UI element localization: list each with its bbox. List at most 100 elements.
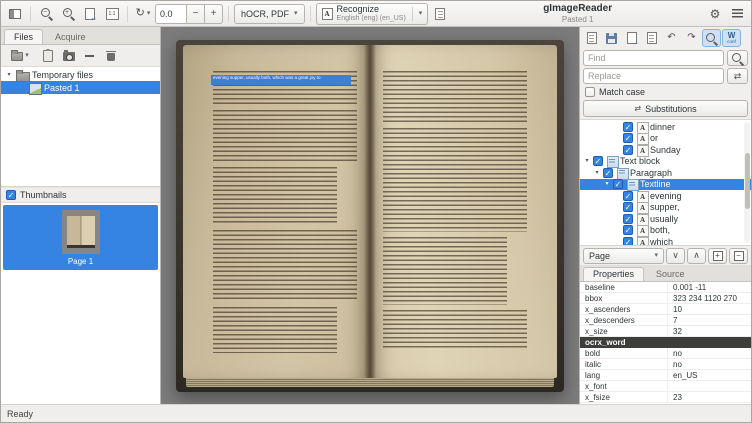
- expander-icon[interactable]: [593, 170, 601, 176]
- property-value[interactable]: 32: [668, 326, 751, 336]
- match-case-row: Match case: [580, 85, 751, 99]
- export-pdf-button[interactable]: [642, 29, 661, 47]
- delete-image-button[interactable]: [101, 47, 120, 65]
- hocr-tree-row[interactable]: usually: [580, 213, 751, 225]
- property-row[interactable]: x_descenders 7: [580, 315, 751, 326]
- item-checkbox[interactable]: [623, 202, 633, 212]
- rotate-button[interactable]: ↻ ▾: [133, 4, 153, 24]
- hocr-tree-row[interactable]: evening: [580, 190, 751, 202]
- settings-button[interactable]: ⚙: [705, 4, 725, 24]
- undo-button[interactable]: ↶: [662, 29, 681, 47]
- tree-scrollbar[interactable]: [744, 122, 750, 243]
- property-value[interactable]: [668, 381, 751, 391]
- screenshot-button[interactable]: [59, 47, 78, 65]
- ocr-mode-combo[interactable]: hOCR, PDF ▾: [234, 4, 305, 24]
- match-case-checkbox[interactable]: [585, 87, 595, 97]
- collapse-all-button[interactable]: −: [729, 248, 748, 264]
- property-row[interactable]: ocrx_word: [580, 337, 751, 348]
- replace-input[interactable]: [583, 68, 724, 84]
- find-next-button[interactable]: [727, 50, 748, 66]
- next-match-button[interactable]: ∨: [666, 248, 685, 264]
- find-replace-toggle-button[interactable]: [702, 29, 721, 47]
- open-hocr-button[interactable]: [582, 29, 601, 47]
- expander-icon[interactable]: [603, 181, 611, 187]
- item-icon: [635, 121, 648, 133]
- selection-highlight[interactable]: evening supper, usually both, which was …: [211, 75, 351, 85]
- property-row[interactable]: x_fsize 23: [580, 392, 751, 403]
- hocr-tree-row[interactable]: which: [580, 236, 751, 246]
- item-checkbox[interactable]: [623, 237, 633, 246]
- hocr-tree-row[interactable]: both,: [580, 225, 751, 237]
- hocr-tree-row[interactable]: supper,: [580, 202, 751, 214]
- language-caret-icon[interactable]: ▾: [419, 10, 423, 17]
- output-pane-toggle-button[interactable]: [430, 4, 450, 24]
- zoom-original-button[interactable]: 1:1: [102, 4, 122, 24]
- property-value[interactable]: no: [668, 359, 751, 369]
- thumbnails-checkbox[interactable]: [6, 190, 16, 200]
- property-row[interactable]: lang en_US: [580, 370, 751, 381]
- zoom-fit-button[interactable]: ↔: [80, 4, 100, 24]
- item-checkbox[interactable]: [623, 225, 633, 235]
- rotation-increase-button[interactable]: +: [205, 4, 223, 24]
- previous-match-button[interactable]: ∧: [687, 248, 706, 264]
- item-checkbox[interactable]: [623, 145, 633, 155]
- properties-tab[interactable]: Source: [646, 267, 695, 281]
- property-row[interactable]: italic no: [580, 359, 751, 370]
- item-checkbox[interactable]: [593, 156, 603, 166]
- sources-tab[interactable]: Files: [4, 29, 43, 44]
- item-checkbox[interactable]: [623, 191, 633, 201]
- property-value[interactable]: 7: [668, 315, 751, 325]
- rotation-input[interactable]: [155, 4, 187, 24]
- item-checkbox[interactable]: [613, 179, 623, 189]
- save-hocr-button[interactable]: [602, 29, 621, 47]
- property-value[interactable]: 10: [668, 304, 751, 314]
- file-tree-row[interactable]: Pasted 1: [1, 81, 160, 94]
- expander-icon[interactable]: [5, 72, 13, 78]
- scrollbar-thumb[interactable]: [745, 153, 750, 209]
- property-row[interactable]: x_font: [580, 381, 751, 392]
- substitutions-button[interactable]: ⇄ Substitutions: [583, 100, 748, 117]
- thumbnail-item[interactable]: Page 1: [3, 205, 158, 270]
- zoom-in-button[interactable]: +: [58, 4, 78, 24]
- export-button[interactable]: ↓: [622, 29, 641, 47]
- item-checkbox[interactable]: [623, 133, 633, 143]
- sources-pane-toggle-button[interactable]: [5, 4, 25, 24]
- property-value[interactable]: en_US: [668, 370, 751, 380]
- word-confidence-toggle-button[interactable]: Wconf: [722, 29, 741, 47]
- property-row[interactable]: x_size 32: [580, 326, 751, 337]
- property-row[interactable]: baseline 0.001 -11: [580, 282, 751, 293]
- file-tree-row[interactable]: Temporary files: [1, 68, 160, 81]
- item-checkbox[interactable]: [623, 214, 633, 224]
- hocr-tree-row[interactable]: or: [580, 133, 751, 145]
- property-row[interactable]: bold no: [580, 348, 751, 359]
- hocr-tree-row[interactable]: Paragraph: [580, 167, 751, 179]
- hocr-tree-row[interactable]: Text block: [580, 156, 751, 168]
- remove-image-button[interactable]: [80, 47, 99, 65]
- item-checkbox[interactable]: [603, 168, 613, 178]
- property-value[interactable]: 0.001 -11: [668, 282, 751, 292]
- app-menu-button[interactable]: [727, 4, 747, 24]
- property-value[interactable]: 23: [668, 392, 751, 402]
- hocr-tree-row[interactable]: dinner: [580, 121, 751, 133]
- recognize-button[interactable]: Recognize English (eng) (en_US) ▾: [316, 3, 429, 25]
- image-canvas[interactable]: evening supper, usually both, which was …: [161, 27, 579, 404]
- hocr-tree-row[interactable]: Textline: [580, 179, 751, 191]
- sources-tab[interactable]: Acquire: [45, 29, 96, 44]
- property-row[interactable]: bbox 323 234 1120 270: [580, 293, 751, 304]
- properties-tab[interactable]: Properties: [583, 267, 644, 281]
- replace-button[interactable]: ⇄: [727, 68, 748, 84]
- redo-button[interactable]: ↷: [682, 29, 701, 47]
- expand-all-button[interactable]: +: [708, 248, 727, 264]
- hocr-tree-row[interactable]: Sunday: [580, 144, 751, 156]
- property-value[interactable]: no: [668, 348, 751, 358]
- expander-icon[interactable]: [583, 158, 591, 164]
- property-value[interactable]: 323 234 1120 270: [668, 293, 751, 303]
- zoom-out-button[interactable]: −: [36, 4, 56, 24]
- add-images-button[interactable]: ▾: [4, 47, 36, 65]
- find-input[interactable]: [583, 50, 724, 66]
- rotation-decrease-button[interactable]: −: [187, 4, 205, 24]
- item-checkbox[interactable]: [623, 122, 633, 132]
- property-row[interactable]: x_ascenders 10: [580, 304, 751, 315]
- paste-button[interactable]: [38, 47, 57, 65]
- page-combo[interactable]: Page ▾: [583, 248, 664, 264]
